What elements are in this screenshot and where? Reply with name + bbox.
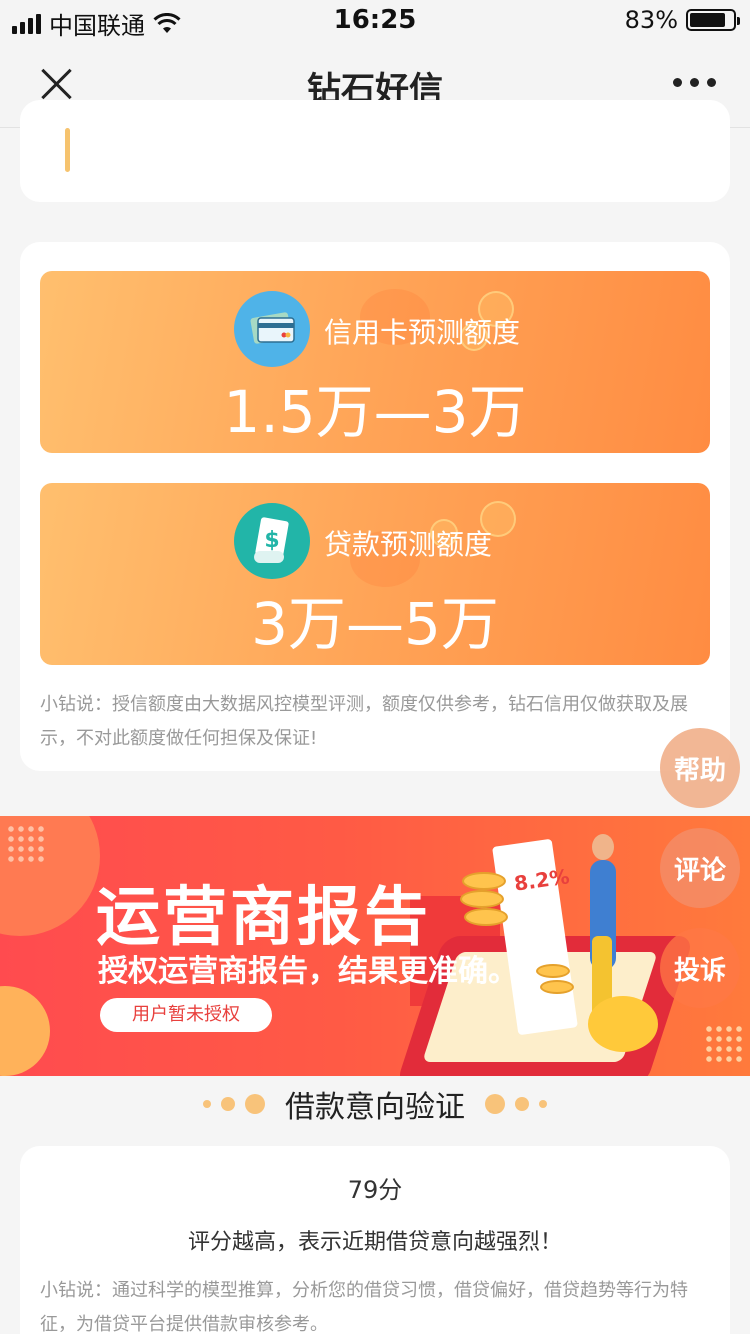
section-title: 借款意向验证 [285, 1090, 465, 1125]
decor-blob [0, 986, 50, 1076]
coin-stack-icon [462, 872, 506, 890]
credit-card-limit-label: 信用卡预测额度 [324, 316, 521, 349]
status-bar: 中国联通 16:25 83% [0, 0, 750, 40]
previous-card [20, 100, 730, 202]
progress-line [65, 128, 70, 172]
decor-dot [485, 1094, 505, 1114]
loan-intent-card: 79分 评分越高，表示近期借贷意向越强烈！ 小钻说：通过科学的模型推算，分析您的… [20, 1146, 730, 1334]
decor-dots [6, 824, 46, 864]
intent-score-description: 评分越高，表示近期借贷意向越强烈！ [187, 1230, 562, 1255]
status-right: 83% [624, 6, 740, 34]
more-icon[interactable] [673, 78, 716, 87]
banner-subtitle: 授权运营商报告，结果更准确。 [98, 954, 518, 989]
banner-title: 运营商报告 [96, 881, 431, 955]
intent-note: 小钻说：通过科学的模型推算，分析您的借贷习惯，借贷偏好，借贷趋势等行为特征，为借… [40, 1280, 688, 1334]
decor-dot [515, 1097, 529, 1111]
credit-card-limit-value: 1.5万—3万 [223, 378, 527, 446]
loan-limit-box: $ 贷款预测额度 3万—5万 [40, 483, 710, 665]
svg-text:$: $ [264, 528, 279, 553]
intent-score: 79分 [347, 1176, 403, 1204]
authorize-status-button[interactable]: 用户暂未授权 [100, 998, 272, 1032]
coin-icon [536, 964, 570, 978]
credit-note: 小钻说：授信额度由大数据风控模型评测，额度仅供参考，钻石信用仅做获取及展示，不对… [40, 694, 688, 749]
coin-icon [540, 980, 574, 994]
complain-button[interactable]: 投诉 [660, 928, 740, 1008]
coin-stack-icon [460, 890, 504, 908]
person-illustration [592, 834, 614, 860]
credit-prediction-card: 信用卡预测额度 1.5万—3万 $ 贷款预测额度 3万—5万 小钻说：授信额度由… [20, 242, 730, 771]
carrier-report-banner[interactable]: 8.2% 运营商报告 授权运营商报告，结果更准确。 用户暂未授权 [0, 816, 750, 1076]
loan-limit-label: 贷款预测额度 [324, 528, 493, 561]
credit-card-limit-box: 信用卡预测额度 1.5万—3万 [40, 271, 710, 453]
battery-icon [686, 9, 740, 31]
credit-card-icon [234, 291, 310, 367]
decor-dot [221, 1097, 235, 1111]
battery-percent: 83% [624, 6, 678, 34]
decor-dot [245, 1094, 265, 1114]
section-heading: 借款意向验证 [0, 1076, 750, 1132]
coin-stack-icon [464, 908, 508, 926]
decor-dot [539, 1100, 547, 1108]
decor-dots [704, 1024, 744, 1064]
loan-money-icon: $ [234, 503, 310, 579]
comment-button[interactable]: 评论 [660, 828, 740, 908]
decor-dot [203, 1100, 211, 1108]
piggy-bank-icon [588, 996, 658, 1052]
help-button[interactable]: 帮助 [660, 728, 740, 808]
loan-limit-value: 3万—5万 [251, 590, 499, 658]
